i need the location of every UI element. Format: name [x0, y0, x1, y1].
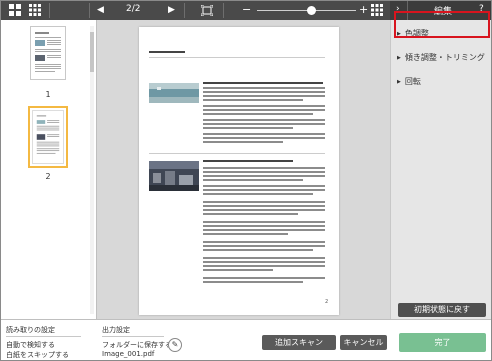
scanner-app-window: ◀ 2/2 ▶ − + › 編集 ? 1 2 2 ▶ 色調整 ▶ 傾き調整・トリ…: [0, 0, 492, 361]
text-line: [203, 127, 293, 129]
divider: [6, 336, 81, 337]
reset-button[interactable]: 初期状態に戻す: [398, 303, 486, 317]
zoom-out-icon[interactable]: −: [242, 4, 251, 16]
text-line: [203, 133, 325, 135]
text-line: [203, 179, 303, 181]
edit-panel: ▶ 色調整 ▶ 傾き調整・トリミング ▶ 回転 初期状態に戻す: [390, 20, 491, 319]
done-button-highlight: [394, 11, 490, 38]
read-settings-title: 読み取りの設定: [6, 326, 55, 334]
zoom-slider[interactable]: [257, 6, 356, 15]
cancel-button[interactable]: キャンセル: [340, 335, 387, 350]
text-line: [203, 87, 325, 89]
add-scan-button[interactable]: 追加スキャン: [262, 335, 336, 350]
text-line: [203, 113, 313, 115]
text-line: [203, 137, 325, 139]
thumbnail-page-1[interactable]: [30, 26, 66, 80]
grid-view-large-icon[interactable]: [9, 4, 22, 16]
panel-item-deskew-crop[interactable]: ▶ 傾き調整・トリミング: [397, 52, 485, 63]
text-line: [203, 209, 325, 211]
panel-item-rotate[interactable]: ▶ 回転: [397, 76, 421, 87]
paragraph-title: [203, 160, 293, 162]
output-save-to-folder[interactable]: フォルダーに保存する: [102, 340, 172, 350]
page-preview-area: 2: [97, 20, 390, 319]
text-line: [203, 241, 325, 243]
text-line: [203, 245, 325, 247]
thumbnail-page-1-image: [35, 32, 61, 72]
toolbar-divider: [49, 3, 50, 18]
text-line: [203, 213, 298, 215]
text-line: [203, 167, 325, 169]
previous-page-icon[interactable]: ◀: [97, 4, 104, 16]
grid-view-small-icon[interactable]: [29, 4, 42, 16]
text-line: [203, 105, 325, 107]
thumbnail-page-2-selected[interactable]: [28, 106, 68, 168]
text-line: [203, 99, 303, 101]
document-page-number: 2: [325, 299, 329, 305]
text-line: [203, 257, 325, 259]
text-line: [203, 205, 325, 207]
text-line: [203, 265, 325, 267]
read-settings-detect[interactable]: 自動で検知する: [6, 340, 55, 350]
toolbar-divider: [223, 3, 224, 18]
output-settings-title: 出力設定: [102, 326, 130, 334]
text-line: [203, 221, 325, 223]
output-file-name[interactable]: Image_001.pdf: [102, 350, 154, 358]
text-line: [203, 109, 325, 111]
text-line: [203, 201, 325, 203]
document-heading: [149, 51, 185, 53]
text-line: [203, 233, 288, 235]
thumbnail-number: 1: [45, 90, 51, 99]
text-line: [203, 95, 325, 97]
text-line: [203, 185, 325, 187]
thumbnail-grid-icon[interactable]: [371, 4, 383, 16]
preview-toolbar: ◀ 2/2 ▶ − +: [1, 1, 390, 20]
next-page-icon[interactable]: ▶: [168, 4, 175, 16]
page-indicator: 2/2: [126, 4, 141, 14]
edit-output-pencil-icon[interactable]: ✎: [168, 338, 182, 352]
expand-triangle-icon: ▶: [397, 55, 401, 61]
expand-triangle-icon: ▶: [397, 79, 401, 85]
document-photo-coast: [149, 83, 199, 103]
paragraph-title: [203, 82, 323, 84]
toolbar-divider: [89, 3, 90, 18]
text-line: [203, 91, 325, 93]
text-line: [203, 123, 325, 125]
text-line: [203, 189, 325, 191]
panel-item-label: 傾き調整・トリミング: [404, 53, 485, 62]
panel-item-label: 回転: [404, 77, 421, 86]
text-line: [203, 193, 313, 195]
document-photo-city: [149, 161, 199, 191]
thumbnail-scrollbar[interactable]: [90, 26, 94, 314]
thumbnail-page-2-image: [32, 110, 64, 164]
text-line: [203, 261, 325, 263]
text-line: [203, 281, 303, 283]
thumbnail-scrollbar-thumb[interactable]: [90, 32, 94, 72]
text-line: [203, 249, 313, 251]
text-line: [203, 277, 325, 279]
thumbnail-list: 1 2: [1, 20, 97, 319]
toolbar-divider: [184, 3, 185, 18]
text-line: [203, 171, 325, 173]
text-line: [203, 119, 325, 121]
read-settings-skip-blank[interactable]: 白紙をスキップする: [6, 350, 69, 360]
document-rule: [149, 153, 325, 154]
document-rule: [149, 57, 325, 58]
text-line: [203, 141, 283, 143]
zoom-in-icon[interactable]: +: [359, 4, 368, 16]
text-line: [203, 225, 325, 227]
text-line: [203, 175, 325, 177]
scanned-page-preview: 2: [139, 27, 339, 315]
text-line: [203, 269, 273, 271]
zoom-slider-knob[interactable]: [306, 6, 316, 15]
thumbnail-number: 2: [45, 172, 51, 181]
text-line: [203, 229, 325, 231]
divider: [102, 336, 164, 337]
fit-to-window-icon[interactable]: [201, 5, 213, 16]
done-button[interactable]: 完了: [399, 333, 486, 352]
